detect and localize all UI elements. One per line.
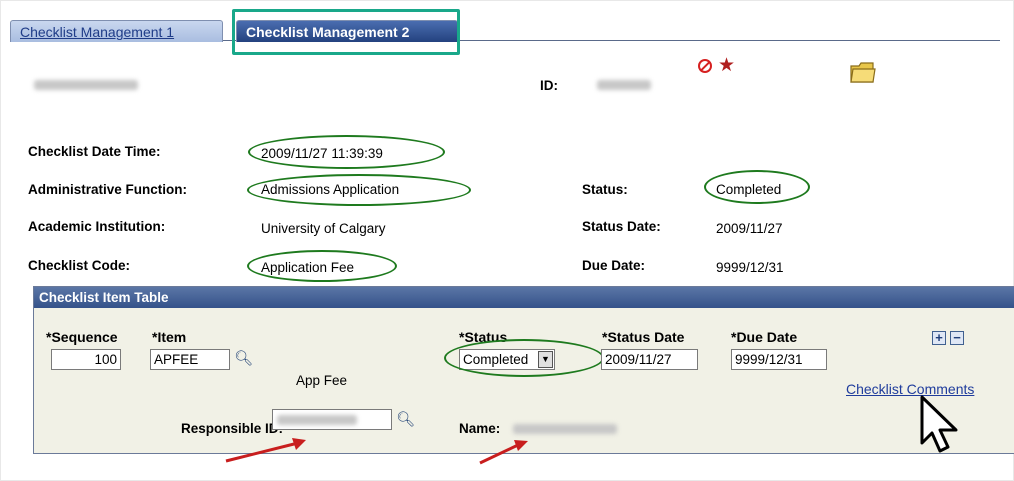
item-description: App Fee bbox=[296, 373, 348, 388]
due-date-column-header: *Due Date bbox=[731, 329, 798, 345]
sequence-column-header: *Sequence bbox=[46, 329, 118, 345]
status-date-value: 2009/11/27 bbox=[716, 221, 783, 236]
page: Checklist Management 1 Checklist Managem… bbox=[0, 0, 1014, 481]
name-value-redacted bbox=[513, 424, 617, 434]
tab-checklist-management-1[interactable]: Checklist Management 1 bbox=[10, 20, 223, 42]
red-arrow-icon bbox=[225, 438, 306, 463]
tab-bar: Checklist Management 1 Checklist Managem… bbox=[10, 18, 1000, 42]
callout-oval bbox=[247, 174, 471, 206]
sequence-input[interactable]: 100 bbox=[51, 349, 121, 370]
id-value-redacted bbox=[597, 80, 651, 90]
academic-institution-value: University of Calgary bbox=[261, 221, 386, 236]
item-input[interactable]: APFEE bbox=[150, 349, 230, 370]
due-date-value: 9999/12/31 bbox=[716, 260, 784, 275]
checklist-code-label: Checklist Code: bbox=[28, 258, 131, 273]
mouse-cursor-icon bbox=[920, 395, 958, 453]
checklist-date-time-label: Checklist Date Time: bbox=[28, 144, 161, 159]
person-name-redacted bbox=[34, 80, 138, 90]
status-date-input[interactable]: 2009/11/27 bbox=[601, 349, 698, 370]
star-icon: ★ bbox=[718, 55, 736, 76]
callout-oval bbox=[704, 170, 810, 204]
status-date-label: Status Date: bbox=[582, 219, 661, 234]
responsible-id-input[interactable] bbox=[272, 409, 392, 430]
due-date-label: Due Date: bbox=[582, 258, 646, 273]
red-arrow-icon bbox=[479, 440, 528, 465]
name-label: Name: bbox=[459, 421, 501, 436]
callout-oval bbox=[248, 135, 445, 169]
add-row-button[interactable]: + bbox=[932, 331, 946, 345]
tab-highlight-callout bbox=[232, 9, 460, 55]
due-date-input[interactable]: 9999/12/31 bbox=[731, 349, 827, 370]
callout-oval bbox=[247, 250, 397, 282]
id-label: ID: bbox=[540, 78, 558, 93]
remove-row-button[interactable]: − bbox=[950, 331, 964, 345]
no-entry-icon bbox=[698, 59, 712, 73]
item-column-header: *Item bbox=[152, 329, 187, 345]
item-lookup-icon[interactable]: 🔍︎ bbox=[234, 349, 253, 367]
status-date-column-header: *Status Date bbox=[602, 329, 685, 345]
academic-institution-label: Academic Institution: bbox=[28, 219, 166, 234]
checklist-item-table-title: Checklist Item Table bbox=[34, 287, 1014, 308]
folder-icon[interactable] bbox=[849, 60, 877, 84]
callout-oval bbox=[444, 339, 604, 377]
administrative-function-label: Administrative Function: bbox=[28, 182, 188, 197]
status-label: Status: bbox=[582, 182, 628, 197]
responsible-id-lookup-icon[interactable]: 🔍︎ bbox=[396, 410, 415, 428]
responsible-id-redacted bbox=[277, 415, 357, 425]
responsible-id-label: Responsible ID: bbox=[181, 421, 284, 436]
checklist-item-table: Checklist Item Table *Sequence *Item *St… bbox=[33, 286, 1014, 465]
